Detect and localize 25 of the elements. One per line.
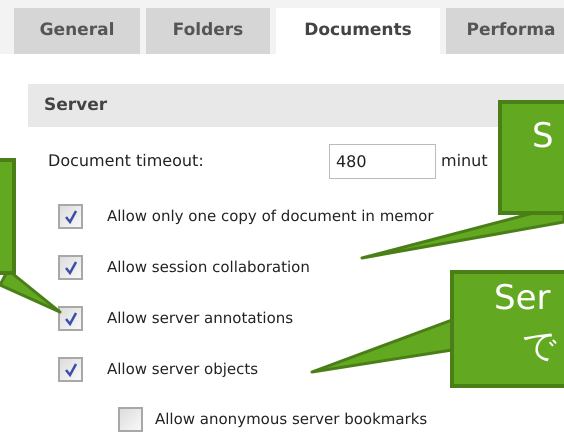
option-label: Allow anonymous server bookmarks (155, 408, 428, 430)
check-icon (62, 362, 78, 378)
callout-text: で (521, 325, 557, 368)
option-label: Allow session collaboration (107, 257, 310, 278)
option-label: Allow only one copy of document in memor (107, 206, 434, 228)
option-label: Allow server objects (107, 359, 258, 380)
timeout-field[interactable]: 480 (329, 144, 436, 178)
timeout-label: Document timeout: (48, 150, 205, 172)
callout-text: S (532, 115, 554, 158)
tab[interactable]: Folders (146, 8, 270, 54)
option-label: Allow server annotations (107, 308, 294, 330)
check-icon (62, 310, 78, 326)
callout-text: Ser (494, 277, 550, 320)
checkbox[interactable] (58, 255, 83, 280)
checkbox[interactable] (58, 357, 83, 382)
check-icon (62, 260, 78, 276)
tab[interactable]: Performa (446, 8, 564, 54)
checkbox[interactable] (118, 406, 143, 432)
section-title: Server (44, 94, 108, 117)
check-icon (62, 208, 78, 224)
checkbox[interactable] (58, 204, 83, 229)
tab[interactable]: General (14, 8, 140, 54)
tab[interactable]: Documents (276, 8, 440, 54)
checkbox[interactable] (58, 306, 83, 331)
timeout-unit: minut (441, 150, 488, 172)
